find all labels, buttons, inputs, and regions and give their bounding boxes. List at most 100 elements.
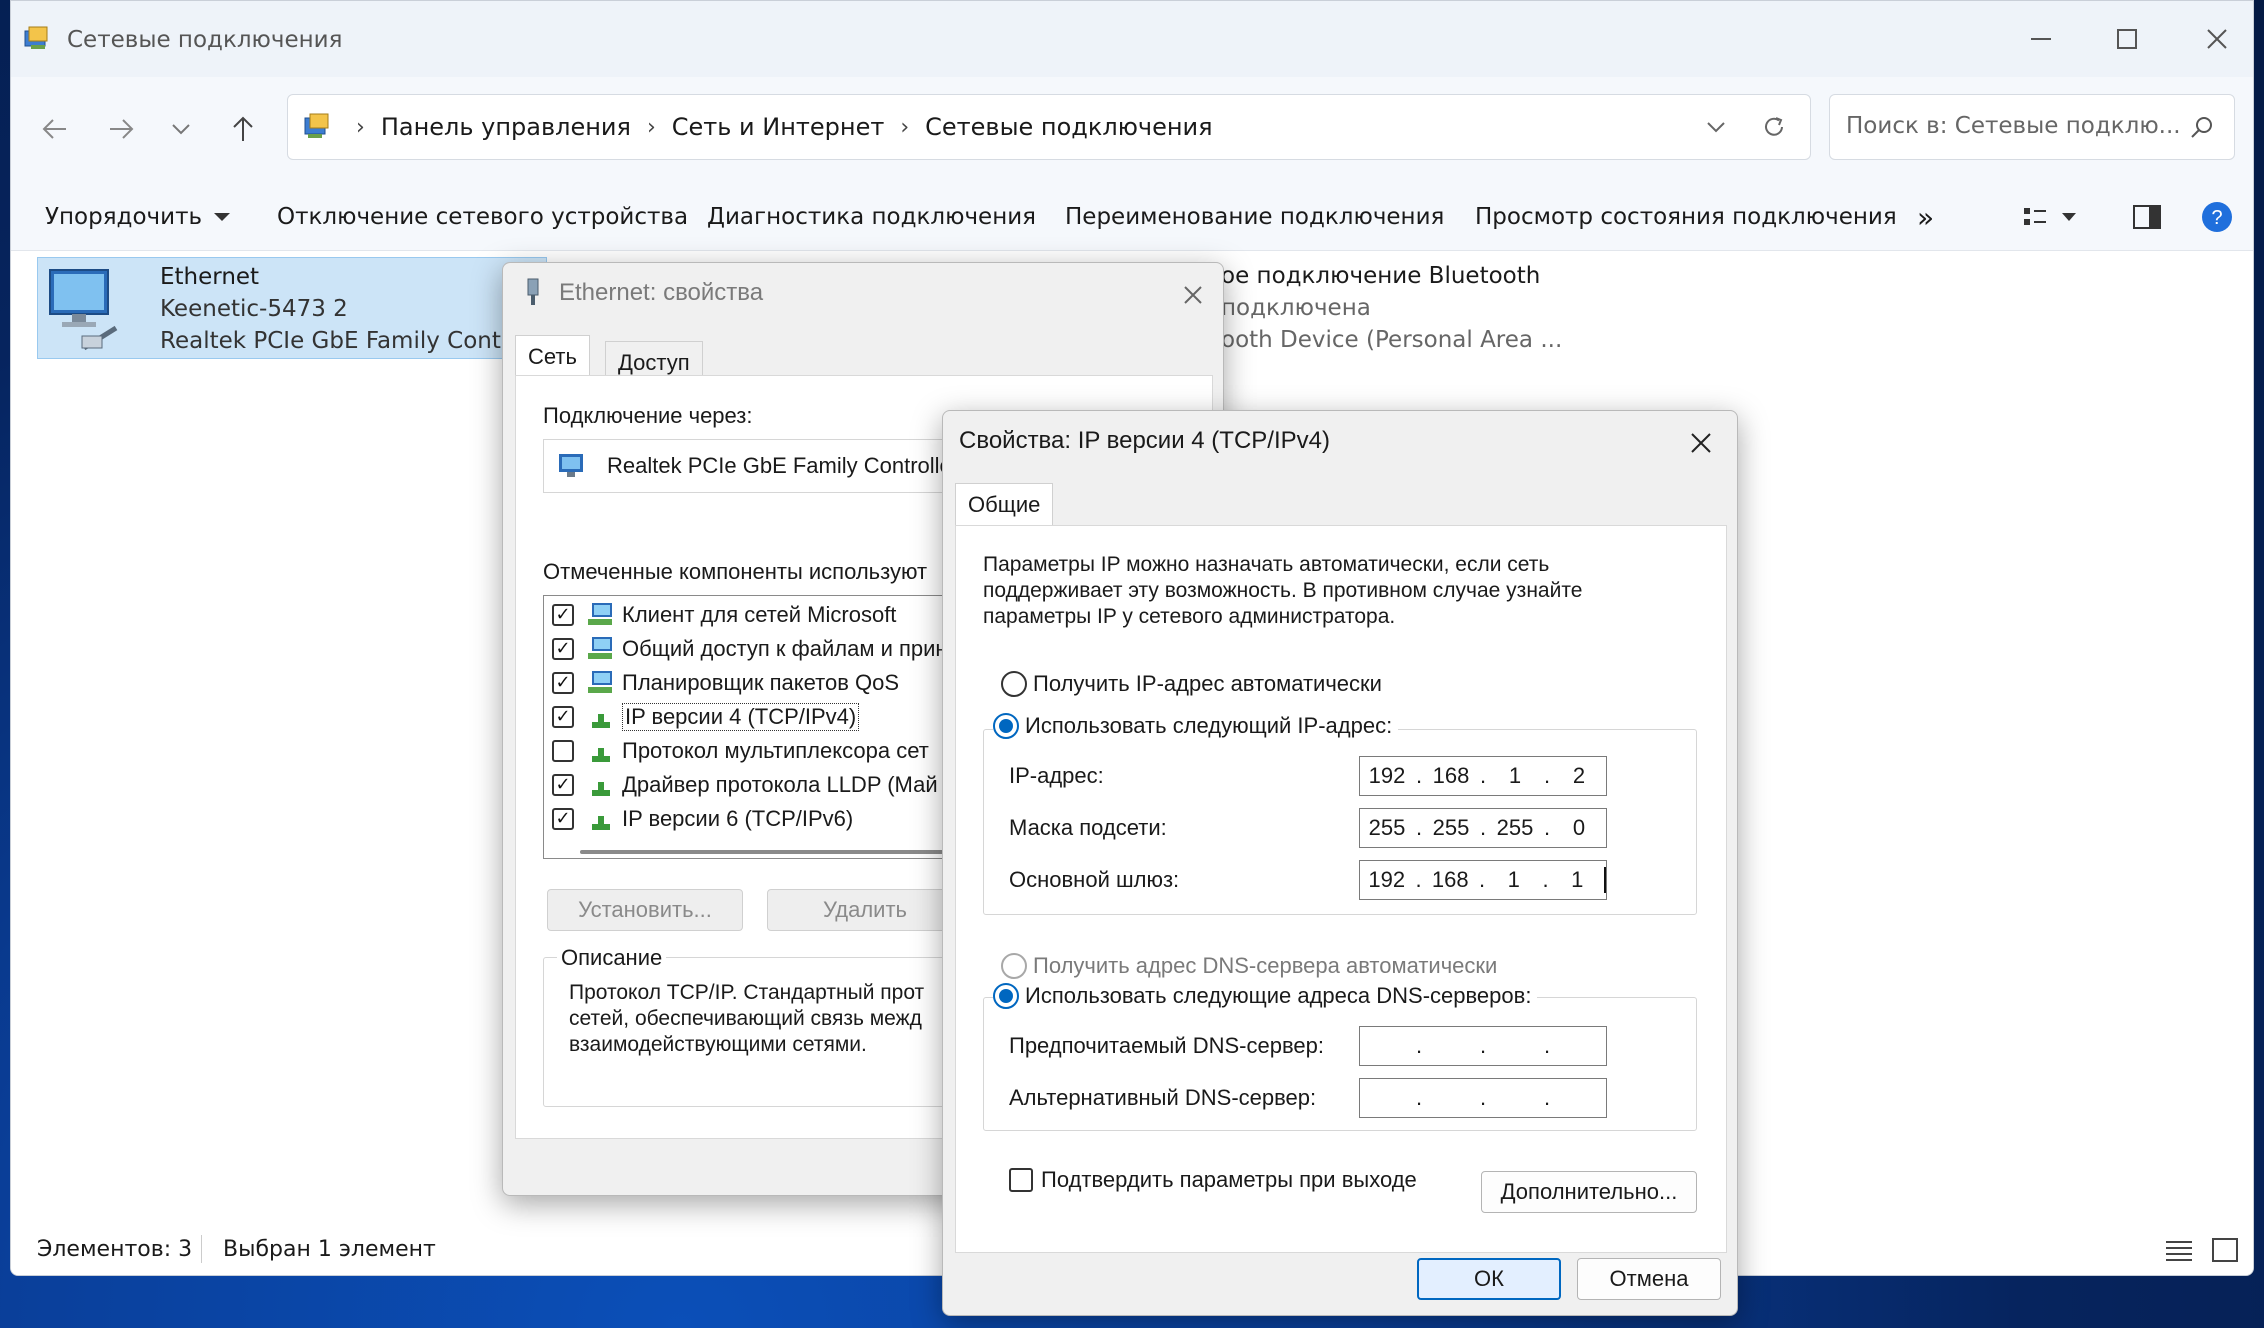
search-input[interactable]: Поиск в: Сетевые подклю... — [1846, 113, 2181, 139]
search-box[interactable]: Поиск в: Сетевые подклю... — [1829, 94, 2235, 160]
control-panel-icon — [302, 112, 332, 142]
dropdown-triangle-icon — [214, 213, 231, 221]
manual-dns-radio[interactable] — [993, 983, 1019, 1009]
component-checkbox[interactable]: ✓ — [552, 604, 574, 626]
install-button[interactable]: Установить... — [547, 889, 743, 931]
component-row[interactable]: ✓ IP версии 4 (TCP/IPv4) — [544, 700, 860, 734]
large-icons-view-icon[interactable] — [2207, 1233, 2243, 1267]
ethernet-dialog-close-icon[interactable] — [1173, 275, 1213, 315]
help-icon[interactable]: ? — [2197, 197, 2237, 237]
selected-count: Выбран 1 элемент — [223, 1237, 436, 1262]
tab-sharing[interactable]: Доступ — [605, 341, 703, 377]
up-arrow-icon[interactable] — [221, 107, 265, 151]
ethernet-adapter: Realtek PCIe GbE Family Controlle — [160, 328, 551, 354]
component-checkbox[interactable]: ✓ — [552, 808, 574, 830]
component-row[interactable]: ✓ Драйвер протокола LLDP (Май — [544, 768, 938, 802]
component-checkbox[interactable] — [552, 740, 574, 762]
components-label: Отмеченные компоненты используют — [543, 559, 928, 584]
description-line-2: сетей, обеспечивающий связь межд — [569, 1007, 922, 1030]
remove-button[interactable]: Удалить — [767, 889, 963, 931]
advanced-button[interactable]: Дополнительно... — [1481, 1171, 1697, 1213]
more-commands-button[interactable]: » — [1917, 197, 1934, 237]
ipv4-dialog-close-icon[interactable] — [1679, 421, 1723, 465]
organize-label: Упорядочить — [45, 204, 203, 230]
horizontal-scrollbar[interactable] — [580, 850, 980, 854]
address-dropdown-icon[interactable] — [1696, 107, 1736, 147]
validate-label: Подтвердить параметры при выходе — [1041, 1167, 1417, 1192]
alternate-dns-field[interactable]: ... — [1359, 1078, 1607, 1118]
manual-ip-option[interactable]: Использовать следующий IP-адрес: — [993, 713, 1399, 739]
forward-arrow-icon[interactable] — [99, 107, 143, 151]
component-row[interactable]: Протокол мультиплексора сет — [544, 734, 929, 768]
breadcrumb: › Панель управления › Сеть и Интернет › … — [356, 113, 1213, 141]
minimize-button[interactable] — [2011, 17, 2071, 61]
alternate-dns-label: Альтернативный DNS-сервер: — [1009, 1085, 1317, 1110]
component-row[interactable]: ✓ Планировщик пакетов QoS — [544, 666, 899, 700]
component-row[interactable]: ✓ Клиент для сетей Microsoft — [544, 598, 896, 632]
auto-dns-radio[interactable] — [1001, 953, 1027, 979]
ok-button[interactable]: ОК — [1417, 1258, 1561, 1300]
breadcrumb-control-panel[interactable]: Панель управления — [381, 113, 631, 141]
auto-ip-radio[interactable] — [1001, 671, 1027, 697]
disable-device-command[interactable]: Отключение сетевого устройства — [277, 197, 688, 237]
address-bar[interactable]: › Панель управления › Сеть и Интернет › … — [287, 94, 1811, 160]
tab-general[interactable]: Общие — [955, 483, 1054, 527]
item-count: Элементов: 3 — [37, 1237, 193, 1262]
component-checkbox[interactable]: ✓ — [552, 638, 574, 660]
subnet-mask-field[interactable]: 255. 255. 255. 0 — [1359, 808, 1607, 848]
component-checkbox[interactable]: ✓ — [552, 706, 574, 728]
tab-network[interactable]: Сеть — [515, 335, 590, 377]
gateway-octet-3: 1 — [1507, 867, 1520, 892]
intro-line-2: поддерживает эту возможность. В противно… — [983, 579, 1583, 602]
ethernet-dialog-title: Ethernet: свойства — [559, 279, 764, 306]
ip-address-field[interactable]: 192. 168. 1. 2 — [1359, 756, 1607, 796]
bluetooth-name[interactable]: ое подключение Bluetooth — [1221, 263, 1540, 289]
rename-command[interactable]: Переименование подключения — [1065, 197, 1444, 237]
validate-checkbox[interactable] — [1009, 1168, 1033, 1192]
details-view-icon[interactable] — [2161, 1233, 2197, 1267]
component-checkbox[interactable]: ✓ — [552, 672, 574, 694]
window-title: Сетевые подключения — [67, 27, 343, 53]
auto-dns-label: Получить адрес DNS-сервера автоматически — [1033, 953, 1498, 978]
ip-address-label: IP-адрес: — [1009, 763, 1104, 788]
network-item-ethernet[interactable]: Ethernet Keenetic-5473 2 Realtek PCIe Gb… — [37, 257, 551, 359]
breadcrumb-network-connections[interactable]: Сетевые подключения — [925, 113, 1212, 141]
preferred-dns-field[interactable]: ... — [1359, 1026, 1607, 1066]
component-label: Планировщик пакетов QoS — [622, 670, 900, 695]
validate-on-exit-option[interactable]: Подтвердить параметры при выходе — [1009, 1167, 1417, 1193]
ipv4-dialog-title: Свойства: IP версии 4 (TCP/IPv4) — [959, 427, 1330, 454]
close-button[interactable] — [2187, 17, 2247, 61]
mask-octet-1: 255 — [1368, 815, 1406, 840]
network-client-icon — [586, 636, 614, 662]
component-row[interactable]: ✓ Общий доступ к файлам и прин — [544, 632, 948, 666]
auto-dns-option[interactable]: Получить адрес DNS-сервера автоматически — [1001, 953, 1497, 979]
view-status-command[interactable]: Просмотр состояния подключения — [1475, 197, 1897, 237]
view-options-icon[interactable] — [2017, 197, 2087, 237]
diagnose-command[interactable]: Диагностика подключения — [707, 197, 1036, 237]
ethernet-name: Ethernet — [160, 264, 260, 290]
protocol-icon — [586, 738, 614, 764]
organize-menu[interactable]: Упорядочить — [45, 197, 231, 237]
ethernet-network: Keenetic-5473 2 — [160, 296, 348, 322]
component-checkbox[interactable]: ✓ — [552, 774, 574, 796]
gateway-field[interactable]: 192. 168. 1. 1 — [1359, 860, 1607, 900]
adapter-name: Realtek PCIe GbE Family Controller — [607, 453, 960, 478]
description-label: Описание — [557, 945, 667, 971]
recent-chevron-icon[interactable] — [163, 107, 199, 151]
title-bar: Сетевые подключения — [11, 1, 2253, 77]
back-arrow-icon[interactable] — [33, 107, 77, 151]
refresh-icon[interactable] — [1754, 107, 1794, 147]
mask-octet-4: 0 — [1572, 815, 1586, 840]
status-divider — [201, 1235, 202, 1263]
component-row[interactable]: ✓ IP версии 6 (TCP/IPv6) — [544, 802, 853, 836]
component-label: Драйвер протокола LLDP (Май — [622, 772, 938, 797]
manual-ip-radio[interactable] — [993, 713, 1019, 739]
maximize-button[interactable] — [2097, 17, 2157, 61]
breadcrumb-network-internet[interactable]: Сеть и Интернет — [672, 113, 885, 141]
ip-octet-1: 192 — [1368, 763, 1406, 788]
preview-pane-icon[interactable] — [2127, 197, 2167, 237]
manual-dns-option[interactable]: Использовать следующие адреса DNS-сервер… — [993, 983, 1538, 1009]
cancel-button[interactable]: Отмена — [1577, 1258, 1721, 1300]
search-icon[interactable] — [2184, 109, 2220, 145]
auto-ip-option[interactable]: Получить IP-адрес автоматически — [1001, 671, 1382, 697]
